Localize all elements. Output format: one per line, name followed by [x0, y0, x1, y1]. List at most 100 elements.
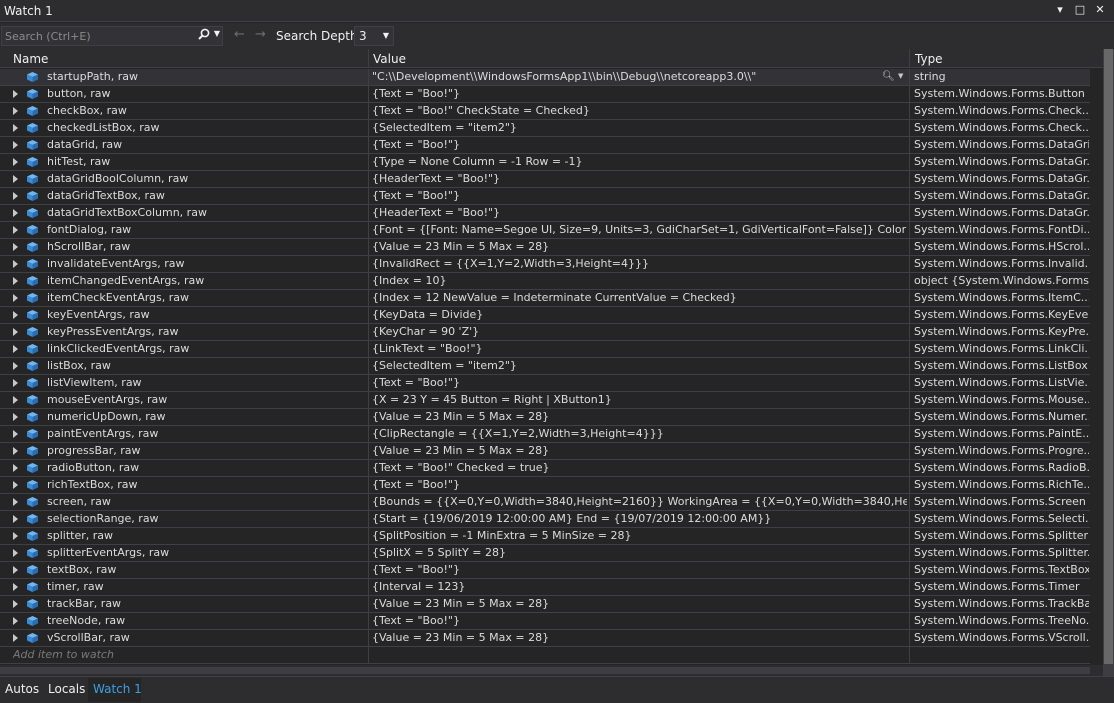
watch-value[interactable]: {KeyData = Divide}: [372, 307, 907, 323]
watch-name[interactable]: timer, raw: [47, 579, 367, 595]
expand-arrow-icon[interactable]: [13, 549, 18, 557]
visualizer-magnifier-icon[interactable]: 🔍︎: [882, 71, 895, 82]
watch-value[interactable]: {Text = "Boo!" Checked = true}: [372, 460, 907, 476]
watch-name[interactable]: paintEventArgs, raw: [47, 426, 367, 442]
forward-arrow-icon[interactable]: →: [255, 27, 266, 42]
watch-row[interactable]: checkBox, raw {Text = "Boo!" CheckState =…: [0, 103, 1090, 120]
watch-value[interactable]: {Font = {[Font: Name=Segoe UI, Size=9, U…: [372, 222, 907, 238]
expand-arrow-icon[interactable]: [13, 345, 18, 353]
watch-row[interactable]: startupPath, raw "C:\\Development\\Window…: [0, 69, 1090, 86]
dropdown-icon[interactable]: ▾: [1052, 2, 1068, 18]
expand-arrow-icon[interactable]: [13, 107, 18, 115]
watch-name[interactable]: splitterEventArgs, raw: [47, 545, 367, 561]
watch-value[interactable]: {Index = 10}: [372, 273, 907, 289]
watch-name[interactable]: checkBox, raw: [47, 103, 367, 119]
watch-row[interactable]: textBox, raw {Text = "Boo!"} System.Window…: [0, 562, 1090, 579]
watch-row[interactable]: trackBar, raw {Value = 23 Min = 5 Max = 2…: [0, 596, 1090, 613]
watch-name[interactable]: hitTest, raw: [47, 154, 367, 170]
watch-name[interactable]: textBox, raw: [47, 562, 367, 578]
watch-name[interactable]: hScrollBar, raw: [47, 239, 367, 255]
maximize-icon[interactable]: □: [1072, 2, 1088, 18]
watch-row[interactable]: listBox, raw {SelectedItem = "item2"} Syst…: [0, 358, 1090, 375]
column-header-type[interactable]: Type: [915, 52, 943, 66]
watch-value[interactable]: {HeaderText = "Boo!"}: [372, 171, 907, 187]
watch-row[interactable]: listViewItem, raw {Text = "Boo!"} System.W…: [0, 375, 1090, 392]
expand-arrow-icon[interactable]: [13, 617, 18, 625]
watch-value[interactable]: {Text = "Boo!"}: [372, 86, 907, 102]
watch-value[interactable]: {InvalidRect = {{X=1,Y=2,Width=3,Height=…: [372, 256, 907, 272]
watch-row[interactable]: itemCheckEventArgs, raw {Index = 12 NewVa…: [0, 290, 1090, 307]
expand-arrow-icon[interactable]: [13, 515, 18, 523]
watch-value[interactable]: {X = 23 Y = 45 Button = Right | XButton1…: [372, 392, 907, 408]
watch-name[interactable]: richTextBox, raw: [47, 477, 367, 493]
watch-value[interactable]: {SplitX = 5 SplitY = 28}: [372, 545, 907, 561]
watch-row[interactable]: keyPressEventArgs, raw {KeyChar = 90 'Z'}…: [0, 324, 1090, 341]
watch-name[interactable]: radioButton, raw: [47, 460, 367, 476]
watch-value[interactable]: {Text = "Boo!"}: [372, 562, 907, 578]
column-header-value[interactable]: Value: [373, 52, 406, 66]
watch-name[interactable]: numericUpDown, raw: [47, 409, 367, 425]
watch-value[interactable]: {SplitPosition = -1 MinExtra = 5 MinSize…: [372, 528, 907, 544]
expand-arrow-icon[interactable]: [13, 260, 18, 268]
vertical-scrollbar[interactable]: [1103, 49, 1114, 676]
watch-row[interactable]: invalidateEventArgs, raw {InvalidRect = {…: [0, 256, 1090, 273]
expand-arrow-icon[interactable]: [13, 634, 18, 642]
expand-arrow-icon[interactable]: [13, 209, 18, 217]
watch-value[interactable]: "C:\\Development\\WindowsFormsApp1\\bin\…: [372, 69, 907, 85]
expand-arrow-icon[interactable]: [13, 464, 18, 472]
watch-value[interactable]: {KeyChar = 90 'Z'}: [372, 324, 907, 340]
watch-row[interactable]: hScrollBar, raw {Value = 23 Min = 5 Max =…: [0, 239, 1090, 256]
expand-arrow-icon[interactable]: [13, 226, 18, 234]
column-divider[interactable]: [368, 49, 369, 68]
watch-value[interactable]: {HeaderText = "Boo!"}: [372, 205, 907, 221]
expand-arrow-icon[interactable]: [13, 243, 18, 251]
watch-name[interactable]: splitter, raw: [47, 528, 367, 544]
watch-value[interactable]: {SelectedItem = "item2"}: [372, 120, 907, 136]
add-watch-row[interactable]: Add item to watch: [0, 647, 1090, 664]
column-header-name[interactable]: Name: [13, 52, 48, 66]
search-options-caret-icon[interactable]: ▼: [214, 29, 220, 38]
watch-name[interactable]: trackBar, raw: [47, 596, 367, 612]
watch-row[interactable]: richTextBox, raw {Text = "Boo!"} System.Wi…: [0, 477, 1090, 494]
watch-name[interactable]: itemChangedEventArgs, raw: [47, 273, 367, 289]
watch-row[interactable]: linkClickedEventArgs, raw {LinkText = "Bo…: [0, 341, 1090, 358]
close-icon[interactable]: ✕: [1092, 2, 1108, 18]
watch-name[interactable]: dataGrid, raw: [47, 137, 367, 153]
watch-value[interactable]: {Index = 12 NewValue = Indeterminate Cur…: [372, 290, 907, 306]
watch-row[interactable]: fontDialog, raw {Font = {[Font: Name=Sego…: [0, 222, 1090, 239]
watch-row[interactable]: dataGridBoolColumn, raw {HeaderText = "Bo…: [0, 171, 1090, 188]
expand-arrow-icon[interactable]: [13, 600, 18, 608]
watch-name[interactable]: dataGridBoolColumn, raw: [47, 171, 367, 187]
watch-row[interactable]: dataGrid, raw {Text = "Boo!"} System.Windo…: [0, 137, 1090, 154]
expand-arrow-icon[interactable]: [13, 362, 18, 370]
watch-name[interactable]: listBox, raw: [47, 358, 367, 374]
search-box[interactable]: ▼: [1, 26, 223, 46]
expand-arrow-icon[interactable]: [13, 158, 18, 166]
expand-arrow-icon[interactable]: [13, 294, 18, 302]
watch-row[interactable]: splitterEventArgs, raw {SplitX = 5 SplitY…: [0, 545, 1090, 562]
watch-value[interactable]: {ClipRectangle = {{X=1,Y=2,Width=3,Heigh…: [372, 426, 907, 442]
watch-name[interactable]: itemCheckEventArgs, raw: [47, 290, 367, 306]
expand-arrow-icon[interactable]: [13, 311, 18, 319]
expand-arrow-icon[interactable]: [13, 192, 18, 200]
watch-name[interactable]: selectionRange, raw: [47, 511, 367, 527]
watch-row[interactable]: screen, raw {Bounds = {{X=0,Y=0,Width=384…: [0, 494, 1090, 511]
watch-name[interactable]: treeNode, raw: [47, 613, 367, 629]
expand-arrow-icon[interactable]: [13, 141, 18, 149]
watch-row[interactable]: keyEventArgs, raw {KeyData = Divide} Syste…: [0, 307, 1090, 324]
watch-name[interactable]: keyEventArgs, raw: [47, 307, 367, 323]
expand-arrow-icon[interactable]: [13, 328, 18, 336]
expand-arrow-icon[interactable]: [13, 379, 18, 387]
watch-value[interactable]: {Text = "Boo!"}: [372, 613, 907, 629]
horizontal-scrollbar[interactable]: [0, 665, 1103, 676]
watch-value[interactable]: {Value = 23 Min = 5 Max = 28}: [372, 239, 907, 255]
watch-name[interactable]: screen, raw: [47, 494, 367, 510]
back-arrow-icon[interactable]: ←: [234, 27, 245, 42]
expand-arrow-icon[interactable]: [13, 583, 18, 591]
watch-row[interactable]: dataGridTextBoxColumn, raw {HeaderText = …: [0, 205, 1090, 222]
watch-value[interactable]: {Text = "Boo!"}: [372, 188, 907, 204]
watch-row[interactable]: timer, raw {Interval = 123} System.Windows…: [0, 579, 1090, 596]
watch-name[interactable]: vScrollBar, raw: [47, 630, 367, 646]
chevron-down-icon[interactable]: ▼: [898, 72, 903, 80]
column-divider[interactable]: [909, 49, 910, 68]
